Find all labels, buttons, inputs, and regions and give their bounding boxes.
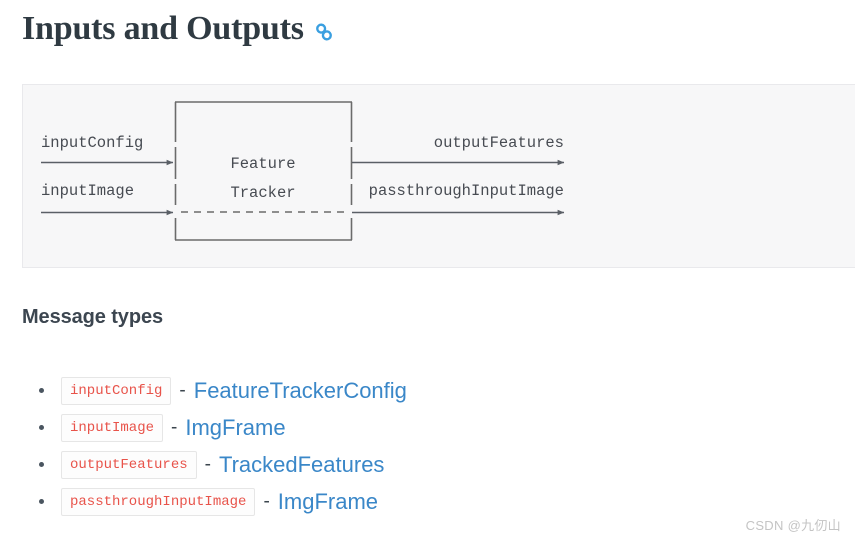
output-label-passthroughInputImage: passthroughInputImage <box>369 182 564 200</box>
message-type-link[interactable]: FeatureTrackerConfig <box>194 378 407 404</box>
list-item: inputConfig - FeatureTrackerConfig <box>22 372 822 409</box>
page-title: Inputs and Outputs <box>22 8 334 50</box>
block-label-line-2: Tracker <box>230 184 295 202</box>
message-types-list: inputConfig - FeatureTrackerConfig input… <box>22 372 822 520</box>
list-item: outputFeatures - TrackedFeatures <box>22 446 822 483</box>
diagram-canvas: Feature Tracker inputConfig inputImage o… <box>41 101 565 241</box>
separator-dash: - <box>204 453 211 475</box>
message-type-link[interactable]: ImgFrame <box>278 489 378 515</box>
bullet-icon <box>39 425 44 430</box>
output-label-outputFeatures: outputFeatures <box>434 134 564 152</box>
separator-dash: - <box>171 416 178 438</box>
separator-dash: - <box>263 490 270 512</box>
list-item: passthroughInputImage - ImgFrame <box>22 483 822 520</box>
list-item: inputImage - ImgFrame <box>22 409 822 446</box>
page-title-text: Inputs and Outputs <box>22 10 304 47</box>
watermark: CSDN @九仞山 <box>745 518 841 533</box>
message-type-link[interactable]: TrackedFeatures <box>219 452 384 478</box>
message-type-link[interactable]: ImgFrame <box>185 415 285 441</box>
port-name-chip: outputFeatures <box>61 450 197 479</box>
port-name-chip: passthroughInputImage <box>61 487 256 516</box>
separator-dash: - <box>179 379 186 401</box>
port-name-chip: inputConfig <box>61 376 172 405</box>
input-label-inputImage: inputImage <box>41 182 134 200</box>
bullet-icon <box>39 388 44 393</box>
section-title-message-types: Message types <box>22 306 163 328</box>
node-io-diagram: Feature Tracker inputConfig inputImage o… <box>22 84 855 268</box>
input-label-inputConfig: inputConfig <box>41 134 143 152</box>
bullet-icon <box>39 462 44 467</box>
block-label-line-1: Feature <box>230 155 295 173</box>
bullet-icon <box>39 499 44 504</box>
link-chain-icon[interactable] <box>314 22 334 42</box>
port-name-chip: inputImage <box>61 413 164 442</box>
